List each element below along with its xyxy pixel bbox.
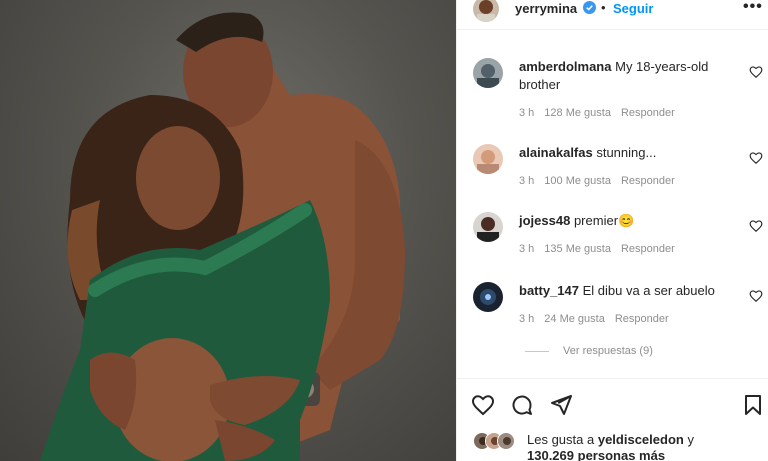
comment-meta: 3 h 100 Me gusta Responder (519, 175, 685, 187)
likes-suffix: personas más (577, 448, 666, 461)
author-username[interactable]: yerrymina (515, 1, 577, 16)
comment-meta: 3 h 135 Me gusta Responder (519, 243, 685, 255)
comment-username[interactable]: alainakalfas (519, 145, 593, 160)
replies-divider (525, 350, 549, 352)
liker-avatar (497, 432, 515, 450)
comment-text: jojess48 premier😊 (519, 212, 741, 230)
view-replies-label: Ver respuestas (9) (563, 345, 653, 357)
action-bar (457, 378, 768, 428)
comment-time[interactable]: 3 h (519, 243, 534, 255)
heart-icon[interactable] (749, 151, 763, 165)
likes-count: 130.269 (527, 448, 574, 461)
comment-likes[interactable]: 24 Me gusta (544, 313, 605, 325)
liker-username[interactable]: yeldisceledon (598, 432, 684, 447)
comment-body: premier😊 (573, 213, 635, 228)
post-image-illustration (40, 12, 405, 461)
comment-likes[interactable]: 100 Me gusta (544, 175, 611, 187)
separator-dot: • (601, 0, 606, 15)
follow-button[interactable]: Seguir (613, 1, 653, 16)
commenter-avatar[interactable] (473, 58, 503, 88)
comment-text: alainakalfas stunning... (519, 144, 741, 162)
reply-button[interactable]: Responder (621, 243, 675, 255)
heart-icon[interactable] (749, 65, 763, 79)
reply-button[interactable]: Responder (621, 175, 675, 187)
heart-icon[interactable] (749, 289, 763, 303)
comment-body: El dibu va a ser abuelo (582, 283, 715, 298)
post-photo[interactable] (0, 0, 456, 461)
likes-prefix: Les gusta a (527, 432, 595, 447)
commenter-avatar[interactable] (473, 212, 503, 242)
comment-icon[interactable] (510, 393, 534, 417)
likes-conj: y (687, 432, 694, 447)
comment-likes[interactable]: 128 Me gusta (544, 107, 611, 119)
comment-text: amberdolmana My 18-years-old brother (519, 58, 741, 94)
comment-meta: 3 h 24 Me gusta Responder (519, 313, 679, 325)
comment-likes[interactable]: 135 Me gusta (544, 243, 611, 255)
post-header: yerrymina • Seguir ••• (457, 0, 768, 30)
comment-time[interactable]: 3 h (519, 107, 534, 119)
view-replies-button[interactable]: Ver respuestas (9) (525, 345, 653, 357)
comment-username[interactable]: amberdolmana (519, 59, 611, 74)
bookmark-icon[interactable] (741, 393, 765, 417)
share-icon[interactable] (549, 393, 573, 417)
author-avatar[interactable] (473, 0, 499, 22)
likes-summary: Les gusta a yeldisceledon y (527, 432, 694, 448)
comment-text: batty_147 El dibu va a ser abuelo (519, 282, 741, 300)
likes-count-line[interactable]: 130.269 personas más (527, 448, 665, 461)
comment-body: stunning... (596, 145, 657, 160)
heart-icon[interactable] (471, 393, 495, 417)
comment-time[interactable]: 3 h (519, 175, 534, 187)
verified-badge-icon (583, 1, 596, 14)
comment-username[interactable]: jojess48 (519, 213, 570, 228)
reply-button[interactable]: Responder (615, 313, 669, 325)
comment-meta: 3 h 128 Me gusta Responder (519, 107, 685, 119)
more-options-icon[interactable]: ••• (743, 0, 763, 16)
commenter-avatar[interactable] (473, 282, 503, 312)
reply-button[interactable]: Responder (621, 107, 675, 119)
liker-avatars[interactable] (473, 432, 523, 450)
comment-username[interactable]: batty_147 (519, 283, 579, 298)
comment-time[interactable]: 3 h (519, 313, 534, 325)
heart-icon[interactable] (749, 219, 763, 233)
comments-panel: yerrymina • Seguir ••• amberdolmana My 1… (456, 0, 768, 461)
commenter-avatar[interactable] (473, 144, 503, 174)
